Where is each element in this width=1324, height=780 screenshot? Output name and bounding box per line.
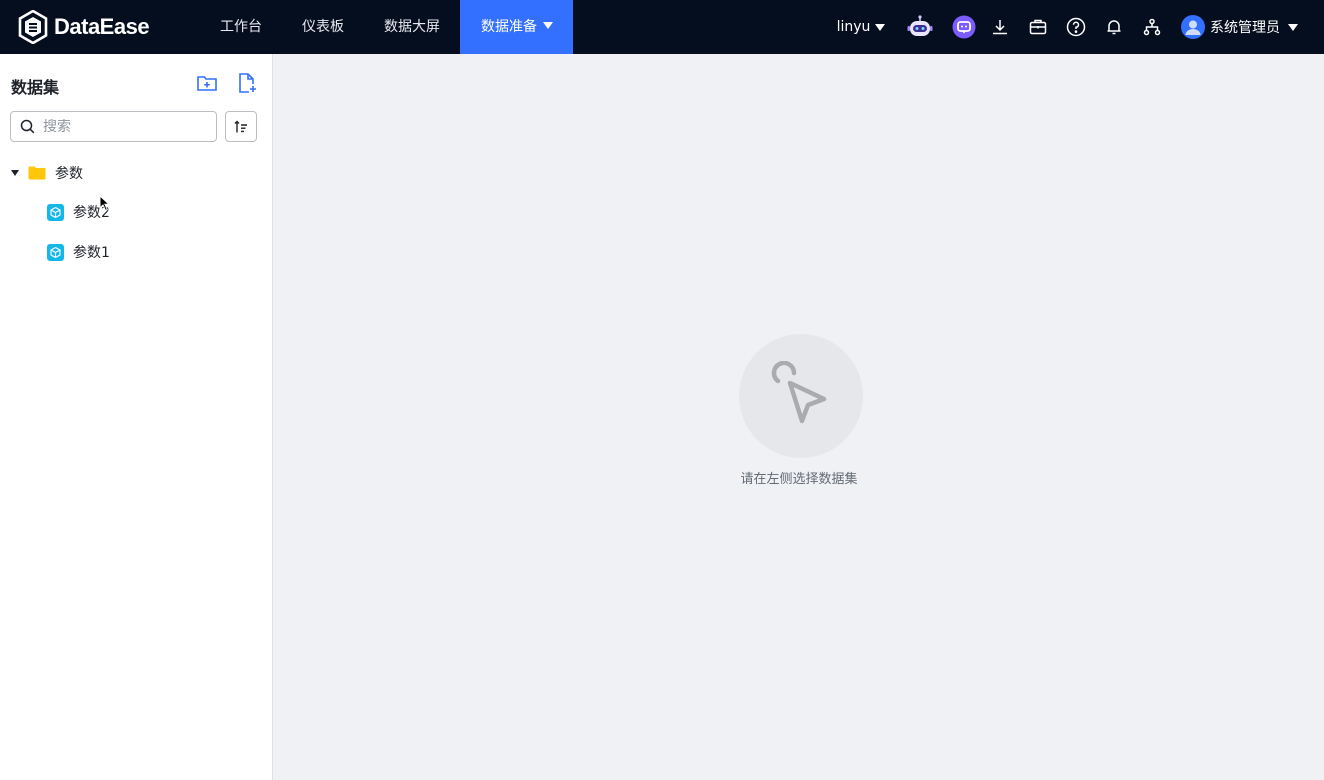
folder-icon bbox=[28, 166, 46, 180]
chevron-down-icon bbox=[543, 22, 553, 29]
pointer-click-icon bbox=[771, 361, 827, 424]
tree-folder-params[interactable]: 参数 bbox=[11, 155, 83, 191]
sidebar-title: 数据集 bbox=[11, 78, 60, 97]
dataset-sidebar: 数据集 参数 bbox=[0, 54, 273, 780]
logo[interactable]: DataEase bbox=[18, 9, 150, 45]
new-folder-icon[interactable] bbox=[196, 72, 218, 94]
org-name: linyu bbox=[836, 19, 871, 35]
dataease-logo-icon bbox=[18, 10, 48, 44]
tree-item-label: 参数1 bbox=[73, 245, 110, 261]
user-menu[interactable]: 系统管理员 bbox=[1181, 0, 1301, 54]
nav-data-prep[interactable]: 数据准备 bbox=[460, 0, 573, 54]
organization-tree-icon[interactable] bbox=[1143, 0, 1161, 54]
dataset-cube-icon bbox=[47, 203, 64, 221]
mouse-cursor-icon bbox=[99, 195, 110, 212]
sort-button[interactable] bbox=[225, 111, 257, 142]
tree-item-dataset[interactable]: 参数1 bbox=[47, 234, 110, 270]
notification-bell-icon[interactable] bbox=[1105, 0, 1123, 54]
search-input[interactable] bbox=[43, 118, 203, 135]
help-icon[interactable] bbox=[1066, 0, 1086, 54]
ai-robot-icon[interactable] bbox=[907, 0, 933, 54]
nav-dashboard-label: 仪表板 bbox=[302, 19, 344, 35]
main-content: 请在左侧选择数据集 bbox=[274, 54, 1324, 780]
org-switcher[interactable]: linyu bbox=[835, 0, 887, 54]
empty-state-text: 请在左侧选择数据集 bbox=[740, 472, 858, 487]
new-dataset-icon[interactable] bbox=[236, 72, 258, 94]
nav-dashboard[interactable]: 仪表板 bbox=[282, 0, 364, 54]
tree-folder-label: 参数 bbox=[55, 166, 83, 182]
dataset-cube-icon bbox=[47, 243, 64, 261]
search-icon bbox=[20, 119, 35, 134]
nav-data-prep-label: 数据准备 bbox=[481, 19, 537, 35]
empty-state-illustration bbox=[739, 334, 863, 458]
chevron-down-icon bbox=[875, 23, 886, 31]
top-navigation-bar: DataEase 工作台 仪表板 数据大屏 数据准备 linyu 系统管理员 bbox=[0, 0, 1324, 54]
download-icon[interactable] bbox=[991, 0, 1009, 54]
nav-data-screen[interactable]: 数据大屏 bbox=[364, 0, 460, 54]
avatar bbox=[1181, 15, 1205, 39]
chevron-down-icon bbox=[1288, 23, 1298, 31]
nav-workbench[interactable]: 工作台 bbox=[200, 0, 282, 54]
sort-icon bbox=[234, 120, 247, 132]
toolbox-icon[interactable] bbox=[1029, 0, 1047, 54]
nav-data-screen-label: 数据大屏 bbox=[384, 19, 440, 35]
user-name: 系统管理员 bbox=[1210, 20, 1280, 36]
nav-workbench-label: 工作台 bbox=[220, 19, 262, 35]
dataset-search[interactable] bbox=[10, 111, 217, 142]
main-nav: 工作台 仪表板 数据大屏 数据准备 bbox=[200, 0, 573, 54]
caret-down-icon bbox=[11, 170, 19, 176]
assistant-chat-icon[interactable] bbox=[952, 0, 976, 54]
logo-text: DataEase bbox=[54, 14, 150, 39]
